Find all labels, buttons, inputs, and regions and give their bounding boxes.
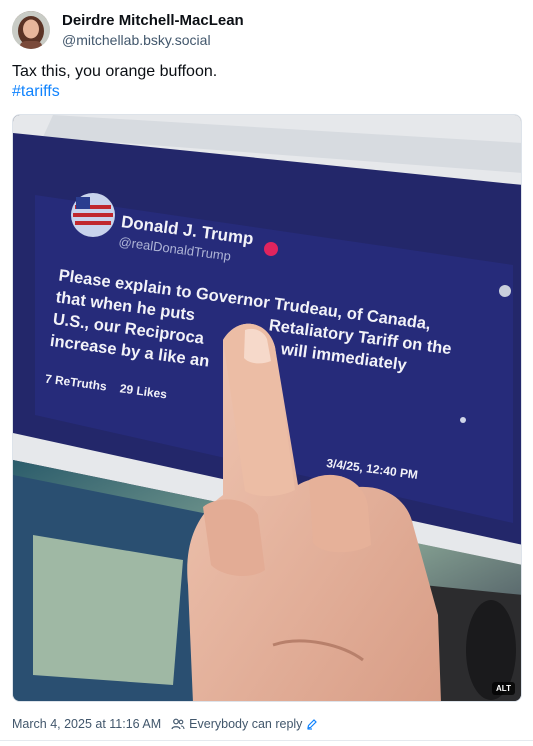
author-handle[interactable]: @mitchellab.bsky.social xyxy=(62,31,244,49)
post-image[interactable]: Donald J. Trump @realDonaldTrump Please … xyxy=(12,114,522,702)
reply-setting-label: Everybody can reply xyxy=(189,717,303,731)
author-names: Deirdre Mitchell-MacLean @mitchellab.bsk… xyxy=(62,11,244,49)
hashtag-link[interactable]: #tariffs xyxy=(12,82,512,102)
post-footer: March 4, 2025 at 11:16 AM Everybody can … xyxy=(12,714,318,734)
post-header: Deirdre Mitchell-MacLean @mitchellab.bsk… xyxy=(12,10,244,50)
post-body: Tax this, you orange buffoon. #tariffs xyxy=(12,62,512,102)
likes-count: 29 xyxy=(118,381,135,398)
photo-scene xyxy=(13,115,521,701)
post-timestamp[interactable]: March 4, 2025 at 11:16 AM xyxy=(12,717,161,731)
post-text: Tax this, you orange buffoon. xyxy=(12,63,218,80)
author-display-name[interactable]: Deirdre Mitchell-MacLean xyxy=(62,11,244,30)
pencil-icon[interactable] xyxy=(306,718,318,730)
divider xyxy=(0,740,533,741)
reply-setting[interactable]: Everybody can reply xyxy=(171,717,318,731)
retruths-count: 7 xyxy=(44,371,53,387)
alt-badge[interactable]: ALT xyxy=(492,682,515,695)
avatar[interactable] xyxy=(12,11,50,49)
post-card: Deirdre Mitchell-MacLean @mitchellab.bsk… xyxy=(0,0,533,746)
people-icon xyxy=(171,718,185,730)
